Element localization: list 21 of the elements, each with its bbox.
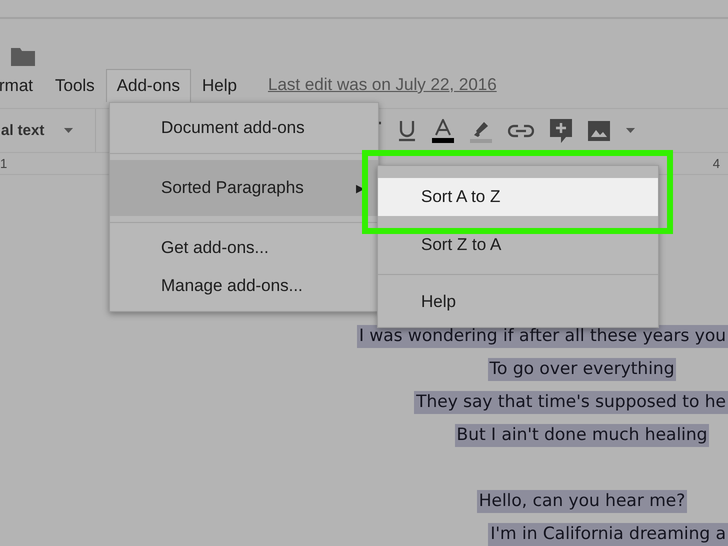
menu-item[interactable]: Tools	[44, 68, 106, 102]
caret-icon	[64, 128, 74, 134]
style-dropdown[interactable]: al text	[1, 122, 44, 140]
menu-option[interactable]: Document add-ons	[110, 109, 378, 147]
submenu-option[interactable]: Help	[378, 283, 658, 321]
menu-item[interactable]: rmat	[0, 68, 44, 102]
caret-icon[interactable]	[626, 128, 635, 134]
submenu-option[interactable]: Sort A to Z	[378, 178, 658, 216]
link-icon[interactable]	[508, 124, 534, 138]
image-icon[interactable]	[588, 120, 610, 141]
menu-item[interactable]: Help	[191, 68, 248, 102]
ruler-number: 4	[712, 156, 720, 171]
menu-option[interactable]: Get add-ons...	[110, 229, 378, 267]
add-comment-icon[interactable]	[550, 118, 572, 143]
underline-icon[interactable]	[398, 120, 416, 142]
last-edit-link[interactable]: Last edit was on July 22, 2016	[268, 75, 497, 95]
menu-item[interactable]: Add-ons	[106, 68, 192, 102]
menu-option[interactable]: Manage add-ons...	[110, 267, 378, 305]
folder-icon[interactable]	[11, 46, 35, 66]
ruler-number: 1	[0, 156, 8, 171]
text-color-icon[interactable]	[432, 118, 454, 143]
